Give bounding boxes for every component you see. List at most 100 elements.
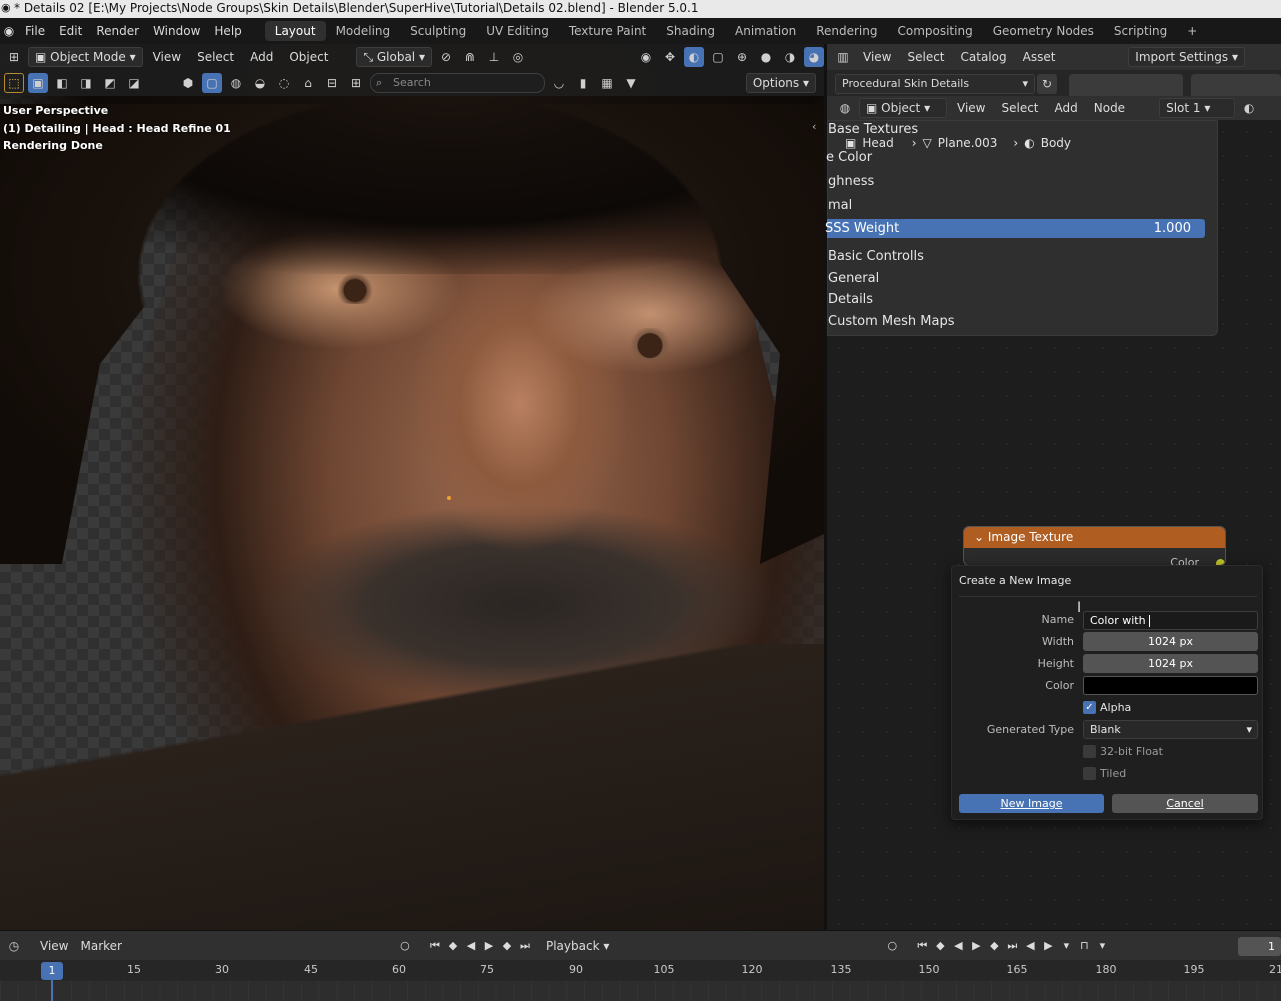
display-mode-icon[interactable]: ▦ — [597, 73, 617, 93]
keying-dropdown-icon[interactable]: ▾ — [1093, 937, 1111, 955]
3d-viewport[interactable] — [0, 44, 824, 930]
shading-material-icon[interactable]: ◑ — [780, 47, 800, 67]
menu-window[interactable]: Window — [146, 24, 207, 38]
image-texture-node-header[interactable]: ⌄ Image Texture — [964, 527, 1225, 548]
tab-rendering[interactable]: Rendering — [806, 21, 887, 41]
prev-marker-icon[interactable]: ◀ — [1021, 937, 1039, 955]
editor-type-icon[interactable]: ⊞ — [4, 47, 24, 67]
options-dropdown[interactable]: Options ▾ — [745, 73, 816, 93]
sort-icon[interactable]: ◡ — [549, 73, 569, 93]
next-keyframe-icon-2[interactable]: ◆ — [985, 937, 1003, 955]
playhead[interactable]: 1 — [41, 962, 63, 980]
overlay-icon[interactable]: ◐ — [684, 47, 704, 67]
collapse-chevron-icon[interactable]: ⌄ — [974, 530, 988, 544]
node-menu-node[interactable]: Node — [1088, 101, 1131, 115]
auto-key-icon[interactable]: ○ — [883, 937, 901, 955]
collapse-arrow-icon[interactable]: ‹ — [812, 120, 816, 133]
filter-camera-icon[interactable]: ⌂ — [298, 73, 318, 93]
play-reverse-icon[interactable]: ◀ — [462, 937, 480, 955]
mode-select[interactable]: ▣ Object Mode ▾ — [28, 47, 143, 67]
dropdown-icon[interactable]: ▾ — [1057, 937, 1075, 955]
height-field[interactable]: 1024 px — [1083, 654, 1258, 673]
shading-rendered-icon[interactable]: ◕ — [804, 47, 824, 67]
select-tool-icon[interactable]: ⬚ — [4, 73, 24, 93]
filter-object-icon[interactable]: ⬢ — [178, 73, 198, 93]
alpha-checkbox[interactable]: ✓ — [1083, 701, 1096, 714]
panel-item-base-color[interactable]: e Color — [826, 150, 872, 165]
menu-help[interactable]: Help — [207, 24, 248, 38]
select-mode-invert-icon[interactable]: ◩ — [100, 73, 120, 93]
tab-shading[interactable]: Shading — [656, 21, 725, 41]
panel-item-roughness[interactable]: ghness — [828, 174, 874, 189]
tab-scripting[interactable]: Scripting — [1104, 21, 1177, 41]
snap-icon[interactable]: ⋒ — [460, 47, 480, 67]
shading-wireframe-icon[interactable]: ⊕ — [732, 47, 752, 67]
float-checkbox[interactable] — [1083, 745, 1096, 758]
bookmark-icon[interactable]: ▮ — [573, 73, 593, 93]
sss-weight-field[interactable]: SSS Weight 1.000 — [825, 219, 1205, 238]
jump-end-icon[interactable]: ⏭ — [516, 937, 534, 955]
import-settings-dropdown[interactable]: Import Settings ▾ — [1128, 47, 1245, 67]
filter-material-icon[interactable]: ◒ — [250, 73, 270, 93]
tab-modeling[interactable]: Modeling — [326, 21, 401, 41]
asset-editor-type-icon[interactable]: ▥ — [833, 47, 853, 67]
panel-section-details[interactable]: Details — [828, 292, 873, 307]
menu-file[interactable]: File — [18, 24, 52, 38]
menu-edit[interactable]: Edit — [52, 24, 89, 38]
width-field[interactable]: 1024 px — [1083, 632, 1258, 651]
asset-menu-select[interactable]: Select — [901, 50, 950, 64]
gizmo-icon[interactable]: ✥ — [660, 47, 680, 67]
orientation-select[interactable]: ⤡ Global ▾ — [356, 47, 432, 67]
play-reverse-icon-2[interactable]: ◀ — [949, 937, 967, 955]
panel-section-general[interactable]: General — [828, 271, 879, 286]
blender-menu-icon[interactable]: ◉ — [0, 24, 18, 38]
next-marker-icon[interactable]: ▶ — [1039, 937, 1057, 955]
color-swatch[interactable] — [1083, 676, 1258, 695]
timeline-ruler[interactable]: 15 30 45 60 75 90 105 120 135 150 165 18… — [0, 960, 1281, 981]
tab-texture-paint[interactable]: Texture Paint — [559, 21, 656, 41]
select-mode-subtract-icon[interactable]: ◨ — [76, 73, 96, 93]
tab-animation[interactable]: Animation — [725, 21, 806, 41]
filter-funnel-icon[interactable]: ▼ — [621, 73, 641, 93]
shader-type-select[interactable]: ▣ Object ▾ — [859, 98, 947, 118]
xray-icon[interactable]: ▢ — [708, 47, 728, 67]
viewport-menu-view[interactable]: View — [147, 50, 187, 64]
asset-menu-view[interactable]: View — [857, 50, 897, 64]
slot-select[interactable]: Slot 1 ▾ — [1159, 98, 1236, 118]
filter-extra-icon[interactable]: ⊞ — [346, 73, 366, 93]
filter-sphere-icon[interactable]: ◍ — [226, 73, 246, 93]
select-mode-intersect-icon[interactable]: ◪ — [124, 73, 144, 93]
jump-start-icon[interactable]: ⏮ — [426, 937, 444, 955]
keying-icon[interactable]: ⊓ — [1075, 937, 1093, 955]
filter-mesh-icon[interactable]: ▢ — [202, 73, 222, 93]
asset-menu-catalog[interactable]: Catalog — [955, 50, 1013, 64]
next-keyframe-icon[interactable]: ◆ — [498, 937, 516, 955]
current-frame-field[interactable]: 1 — [1238, 937, 1281, 956]
name-field[interactable]: Color with — [1083, 611, 1258, 630]
prev-keyframe-icon[interactable]: ◆ — [444, 937, 462, 955]
playback-dropdown[interactable]: Playback ▾ — [540, 939, 615, 953]
tab-geometry-nodes[interactable]: Geometry Nodes — [983, 21, 1104, 41]
play-icon[interactable]: ▶ — [480, 937, 498, 955]
node-menu-add[interactable]: Add — [1049, 101, 1084, 115]
add-workspace-button[interactable]: + — [1177, 21, 1207, 41]
prev-keyframe-icon-2[interactable]: ◆ — [931, 937, 949, 955]
tab-uv-editing[interactable]: UV Editing — [476, 21, 559, 41]
play-icon-2[interactable]: ▶ — [967, 937, 985, 955]
timeline-menu-marker[interactable]: Marker — [74, 939, 127, 953]
library-select[interactable]: Procedural Skin Details ▾ — [835, 74, 1035, 94]
cancel-button[interactable]: Cancel — [1112, 794, 1258, 813]
panel-section-basic[interactable]: Basic Controlls — [828, 249, 924, 264]
snap-target-icon[interactable]: ⊥ — [484, 47, 504, 67]
viewport-menu-object[interactable]: Object — [283, 50, 334, 64]
proportional-edit-icon[interactable]: ◎ — [508, 47, 528, 67]
new-image-button[interactable]: New Image — [959, 794, 1104, 813]
tab-sculpting[interactable]: Sculpting — [400, 21, 476, 41]
shading-solid-icon[interactable]: ● — [756, 47, 776, 67]
node-menu-select[interactable]: Select — [995, 101, 1044, 115]
select-mode-extend-icon[interactable]: ◧ — [52, 73, 72, 93]
refresh-library-icon[interactable]: ↻ — [1037, 74, 1057, 94]
timeline-editor-icon[interactable]: ◷ — [4, 936, 24, 956]
record-icon[interactable]: ○ — [396, 937, 414, 955]
filter-other-icon[interactable]: ⊟ — [322, 73, 342, 93]
